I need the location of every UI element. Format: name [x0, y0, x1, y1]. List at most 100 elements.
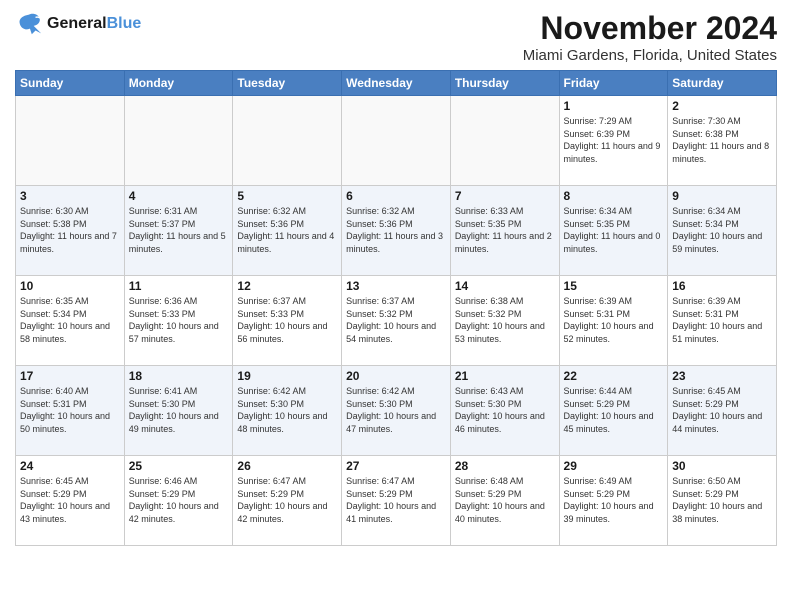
- weekday-header: Tuesday: [233, 71, 342, 96]
- day-info: Sunrise: 6:37 AM Sunset: 5:33 PM Dayligh…: [237, 295, 337, 345]
- calendar-day-cell: [233, 96, 342, 186]
- calendar-day-cell: 9 Sunrise: 6:34 AM Sunset: 5:34 PM Daylig…: [668, 186, 777, 276]
- day-number: 15: [564, 279, 664, 293]
- calendar-day-cell: 20 Sunrise: 6:42 AM Sunset: 5:30 PM Dayli…: [342, 366, 451, 456]
- location-title: Miami Gardens, Florida, United States: [523, 47, 777, 64]
- day-number: 9: [672, 189, 772, 203]
- day-number: 29: [564, 459, 664, 473]
- calendar-day-cell: 1Sunrise: 7:29 AM Sunset: 6:39 PM Daylig…: [559, 96, 668, 186]
- day-info: Sunrise: 7:30 AM Sunset: 6:38 PM Dayligh…: [672, 115, 772, 165]
- calendar-week-row: 17 Sunrise: 6:40 AM Sunset: 5:31 PM Dayli…: [16, 366, 777, 456]
- day-info: Sunrise: 6:33 AM Sunset: 5:35 PM Dayligh…: [455, 205, 555, 255]
- day-number: 25: [129, 459, 229, 473]
- logo-icon: [15, 10, 43, 38]
- logo-text-block: GeneralBlue: [47, 15, 141, 33]
- day-info: Sunrise: 6:34 AM Sunset: 5:35 PM Dayligh…: [564, 205, 664, 255]
- calendar-day-cell: 25 Sunrise: 6:46 AM Sunset: 5:29 PM Dayli…: [124, 456, 233, 546]
- day-info: Sunrise: 6:50 AM Sunset: 5:29 PM Dayligh…: [672, 475, 772, 525]
- calendar-day-cell: 30 Sunrise: 6:50 AM Sunset: 5:29 PM Dayli…: [668, 456, 777, 546]
- calendar-day-cell: 26 Sunrise: 6:47 AM Sunset: 5:29 PM Dayli…: [233, 456, 342, 546]
- calendar-day-cell: 4 Sunrise: 6:31 AM Sunset: 5:37 PM Daylig…: [124, 186, 233, 276]
- day-info: Sunrise: 6:42 AM Sunset: 5:30 PM Dayligh…: [346, 385, 446, 435]
- day-number: 17: [20, 369, 120, 383]
- day-number: 13: [346, 279, 446, 293]
- title-area: November 2024 Miami Gardens, Florida, Un…: [523, 10, 777, 64]
- calendar-day-cell: 17 Sunrise: 6:40 AM Sunset: 5:31 PM Dayli…: [16, 366, 125, 456]
- day-info: Sunrise: 6:34 AM Sunset: 5:34 PM Dayligh…: [672, 205, 772, 255]
- day-number: 21: [455, 369, 555, 383]
- day-number: 12: [237, 279, 337, 293]
- day-info: Sunrise: 6:47 AM Sunset: 5:29 PM Dayligh…: [237, 475, 337, 525]
- weekday-header: Wednesday: [342, 71, 451, 96]
- weekday-header: Saturday: [668, 71, 777, 96]
- day-number: 4: [129, 189, 229, 203]
- calendar-week-row: 1Sunrise: 7:29 AM Sunset: 6:39 PM Daylig…: [16, 96, 777, 186]
- calendar-week-row: 10 Sunrise: 6:35 AM Sunset: 5:34 PM Dayli…: [16, 276, 777, 366]
- calendar-day-cell: 16 Sunrise: 6:39 AM Sunset: 5:31 PM Dayli…: [668, 276, 777, 366]
- weekday-header: Thursday: [450, 71, 559, 96]
- calendar-day-cell: 22 Sunrise: 6:44 AM Sunset: 5:29 PM Dayli…: [559, 366, 668, 456]
- day-number: 1: [564, 99, 664, 113]
- day-info: Sunrise: 6:30 AM Sunset: 5:38 PM Dayligh…: [20, 205, 120, 255]
- day-number: 8: [564, 189, 664, 203]
- calendar-day-cell: [342, 96, 451, 186]
- day-number: 26: [237, 459, 337, 473]
- day-info: Sunrise: 6:46 AM Sunset: 5:29 PM Dayligh…: [129, 475, 229, 525]
- calendar-day-cell: 14 Sunrise: 6:38 AM Sunset: 5:32 PM Dayli…: [450, 276, 559, 366]
- calendar-day-cell: 21 Sunrise: 6:43 AM Sunset: 5:30 PM Dayli…: [450, 366, 559, 456]
- weekday-header: Monday: [124, 71, 233, 96]
- calendar-day-cell: 12 Sunrise: 6:37 AM Sunset: 5:33 PM Dayli…: [233, 276, 342, 366]
- day-info: Sunrise: 6:44 AM Sunset: 5:29 PM Dayligh…: [564, 385, 664, 435]
- day-info: Sunrise: 6:40 AM Sunset: 5:31 PM Dayligh…: [20, 385, 120, 435]
- calendar-day-cell: 8 Sunrise: 6:34 AM Sunset: 5:35 PM Daylig…: [559, 186, 668, 276]
- calendar-day-cell: 11 Sunrise: 6:36 AM Sunset: 5:33 PM Dayli…: [124, 276, 233, 366]
- logo-blue: Blue: [107, 15, 142, 32]
- calendar-day-cell: 3Sunrise: 6:30 AM Sunset: 5:38 PM Daylig…: [16, 186, 125, 276]
- calendar-day-cell: 23Sunrise: 6:45 AM Sunset: 5:29 PM Dayli…: [668, 366, 777, 456]
- day-number: 19: [237, 369, 337, 383]
- day-number: 2: [672, 99, 772, 113]
- day-number: 7: [455, 189, 555, 203]
- calendar-day-cell: 19Sunrise: 6:42 AM Sunset: 5:30 PM Dayli…: [233, 366, 342, 456]
- day-number: 10: [20, 279, 120, 293]
- day-info: Sunrise: 6:45 AM Sunset: 5:29 PM Dayligh…: [20, 475, 120, 525]
- calendar-day-cell: 24Sunrise: 6:45 AM Sunset: 5:29 PM Dayli…: [16, 456, 125, 546]
- weekday-header: Friday: [559, 71, 668, 96]
- calendar-week-row: 3Sunrise: 6:30 AM Sunset: 5:38 PM Daylig…: [16, 186, 777, 276]
- calendar-day-cell: [450, 96, 559, 186]
- day-number: 16: [672, 279, 772, 293]
- header: GeneralBlue November 2024 Miami Gardens,…: [15, 10, 777, 64]
- calendar-day-cell: 27Sunrise: 6:47 AM Sunset: 5:29 PM Dayli…: [342, 456, 451, 546]
- logo-general: General: [47, 15, 107, 32]
- day-number: 6: [346, 189, 446, 203]
- calendar-day-cell: 15 Sunrise: 6:39 AM Sunset: 5:31 PM Dayli…: [559, 276, 668, 366]
- day-info: Sunrise: 6:47 AM Sunset: 5:29 PM Dayligh…: [346, 475, 446, 525]
- day-info: Sunrise: 6:49 AM Sunset: 5:29 PM Dayligh…: [564, 475, 664, 525]
- calendar-day-cell: 5Sunrise: 6:32 AM Sunset: 5:36 PM Daylig…: [233, 186, 342, 276]
- day-number: 30: [672, 459, 772, 473]
- weekday-header: Sunday: [16, 71, 125, 96]
- calendar-day-cell: 13Sunrise: 6:37 AM Sunset: 5:32 PM Dayli…: [342, 276, 451, 366]
- day-info: Sunrise: 6:39 AM Sunset: 5:31 PM Dayligh…: [672, 295, 772, 345]
- calendar-day-cell: 7 Sunrise: 6:33 AM Sunset: 5:35 PM Daylig…: [450, 186, 559, 276]
- calendar-day-cell: 18Sunrise: 6:41 AM Sunset: 5:30 PM Dayli…: [124, 366, 233, 456]
- month-title: November 2024: [523, 10, 777, 47]
- day-info: Sunrise: 6:36 AM Sunset: 5:33 PM Dayligh…: [129, 295, 229, 345]
- calendar-day-cell: 29 Sunrise: 6:49 AM Sunset: 5:29 PM Dayli…: [559, 456, 668, 546]
- day-number: 14: [455, 279, 555, 293]
- day-number: 23: [672, 369, 772, 383]
- calendar-day-cell: [124, 96, 233, 186]
- day-number: 20: [346, 369, 446, 383]
- day-info: Sunrise: 6:35 AM Sunset: 5:34 PM Dayligh…: [20, 295, 120, 345]
- day-info: Sunrise: 6:43 AM Sunset: 5:30 PM Dayligh…: [455, 385, 555, 435]
- weekday-header-row: SundayMondayTuesdayWednesdayThursdayFrid…: [16, 71, 777, 96]
- day-info: Sunrise: 6:39 AM Sunset: 5:31 PM Dayligh…: [564, 295, 664, 345]
- day-info: Sunrise: 6:38 AM Sunset: 5:32 PM Dayligh…: [455, 295, 555, 345]
- day-number: 18: [129, 369, 229, 383]
- calendar-day-cell: 2 Sunrise: 7:30 AM Sunset: 6:38 PM Daylig…: [668, 96, 777, 186]
- day-info: Sunrise: 6:31 AM Sunset: 5:37 PM Dayligh…: [129, 205, 229, 255]
- day-number: 22: [564, 369, 664, 383]
- day-info: Sunrise: 6:48 AM Sunset: 5:29 PM Dayligh…: [455, 475, 555, 525]
- day-info: Sunrise: 6:32 AM Sunset: 5:36 PM Dayligh…: [237, 205, 337, 255]
- day-number: 11: [129, 279, 229, 293]
